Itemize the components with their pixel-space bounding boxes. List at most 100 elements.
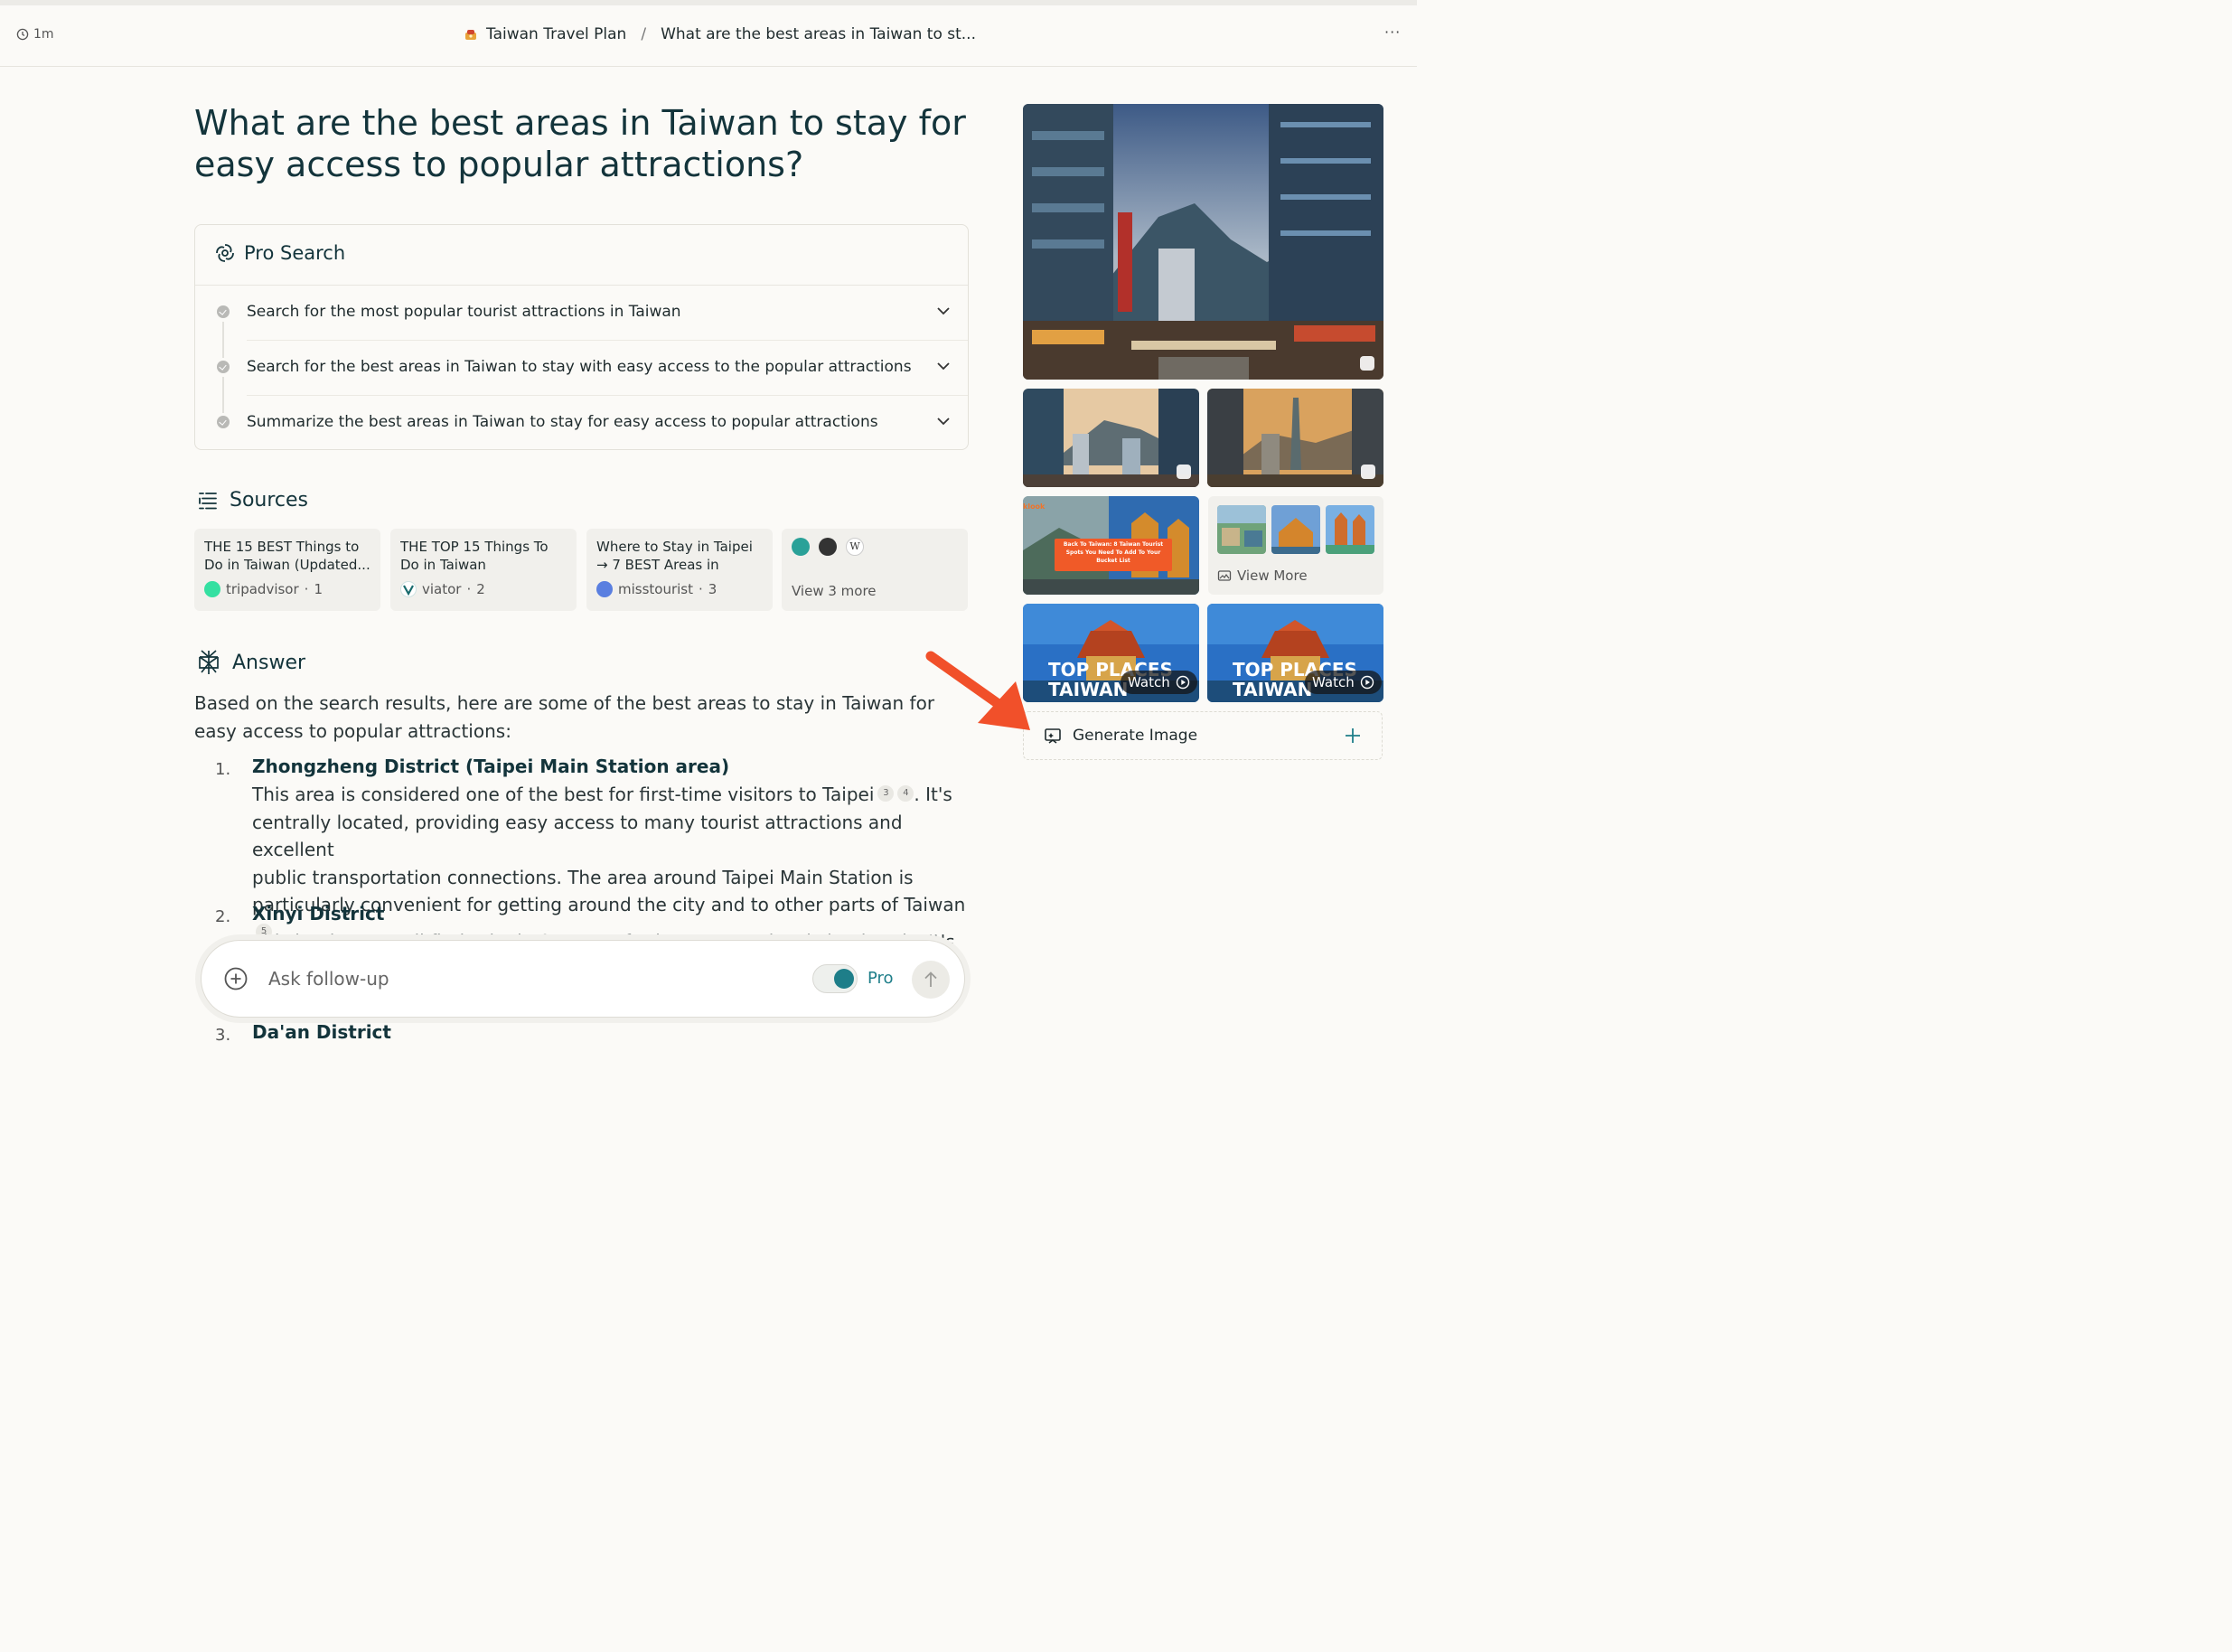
- space-emoji-icon: [465, 30, 476, 40]
- source-title: Where to Stay in Taipei → 7 BEST Areas i…: [596, 539, 753, 573]
- step-label: Summarize the best areas in Taiwan to st…: [247, 413, 878, 431]
- ai-generated-icon: [1361, 465, 1375, 479]
- attach-plus-icon[interactable]: [223, 966, 249, 991]
- follow-up-bar: Pro: [201, 940, 965, 1018]
- viator-icon: [400, 581, 417, 597]
- thread-header: 1m Taiwan Travel Plan / What are the bes…: [0, 5, 1417, 67]
- source-title: THE 15 BEST Things to Do in Taiwan (Upda…: [204, 539, 370, 573]
- watch-label: Watch: [1312, 674, 1355, 690]
- source-site: tripadvisor: [226, 581, 299, 597]
- perplexity-logo-icon: [199, 650, 219, 674]
- tripadvisor-icon: [204, 581, 220, 597]
- watch-label: Watch: [1128, 674, 1170, 690]
- list-item-title: Da'an District: [252, 1021, 391, 1043]
- answer-intro: Based on the search results, here are so…: [194, 692, 935, 742]
- source-index: 3: [708, 581, 717, 597]
- generate-image-button[interactable]: Generate Image: [1023, 711, 1383, 760]
- view-more-images-label: View More: [1217, 568, 1308, 584]
- klook-article-thumbnail[interactable]: klook Back To Taiwan: 8 Taiwan Tourist S…: [1023, 496, 1199, 595]
- source-favicons: W: [792, 538, 958, 556]
- citation-badge[interactable]: 3: [877, 785, 895, 802]
- sources-icon: [199, 492, 217, 509]
- city-image-thumbnail[interactable]: [1207, 389, 1383, 487]
- plus-icon: [1346, 728, 1360, 743]
- check-icon: [217, 305, 230, 318]
- toggle-knob: [834, 969, 854, 989]
- ai-generated-icon: [1177, 465, 1191, 479]
- citation-badge[interactable]: 4: [897, 785, 914, 802]
- breadcrumb-separator: /: [641, 25, 647, 43]
- city-street-image[interactable]: [1023, 104, 1383, 380]
- list-item-title: Zhongzheng District (Taipei Main Station…: [252, 756, 730, 777]
- image-thumbnail: [1326, 505, 1374, 554]
- source-favicon-icon: [819, 538, 837, 556]
- source-card[interactable]: Where to Stay in Taipei → 7 BEST Areas i…: [586, 529, 773, 611]
- city-image-thumbnail[interactable]: [1023, 389, 1199, 487]
- source-card[interactable]: THE 15 BEST Things to Do in Taiwan (Upda…: [194, 529, 380, 611]
- chevron-down-icon[interactable]: [934, 412, 952, 430]
- thumbnail-caption: Back To Taiwan: 8 Taiwan Tourist Spots Y…: [1063, 541, 1164, 564]
- view-more-images[interactable]: View More: [1208, 496, 1383, 595]
- image-thumbnail: [1217, 505, 1266, 554]
- breadcrumb-thread[interactable]: What are the best areas in Taiwan to st.…: [661, 25, 976, 43]
- source-dot: ·: [699, 581, 703, 597]
- check-icon: [217, 361, 230, 373]
- source-dot: ·: [304, 581, 309, 597]
- list-number: 1.: [215, 760, 231, 779]
- more-options-button[interactable]: ···: [1384, 23, 1401, 41]
- chevron-down-icon[interactable]: [934, 357, 952, 375]
- view-more-text: View More: [1237, 568, 1308, 584]
- clock-icon: [16, 28, 29, 41]
- watch-button[interactable]: Watch: [1121, 671, 1197, 694]
- pro-search-step[interactable]: Search for the best areas in Taiwan to s…: [217, 341, 968, 413]
- thread-age-label: 1m: [33, 27, 54, 42]
- answer-line: centrally located, providing easy access…: [252, 811, 903, 861]
- step-label: Search for the best areas in Taiwan to s…: [247, 358, 912, 376]
- arrow-up-icon: [924, 971, 937, 987]
- image-gallery-icon: [1217, 570, 1232, 581]
- submit-button[interactable]: [912, 961, 950, 999]
- play-icon: [1360, 675, 1374, 690]
- list-item-title: Xinyi District: [252, 903, 385, 925]
- view-more-label: View 3 more: [792, 583, 877, 599]
- sources-heading: Sources: [197, 489, 308, 512]
- breadcrumb-space[interactable]: Taiwan Travel Plan: [486, 25, 626, 43]
- source-meta: tripadvisor · 1: [204, 581, 370, 597]
- list-number: 2.: [215, 907, 231, 926]
- source-meta: misstourist · 3: [596, 581, 763, 597]
- pro-search-step[interactable]: Summarize the best areas in Taiwan to st…: [217, 396, 967, 450]
- view-more-sources[interactable]: W View 3 more: [782, 529, 968, 611]
- chevron-down-icon[interactable]: [934, 302, 952, 320]
- ai-generated-icon: [1360, 356, 1374, 371]
- video-thumbnail[interactable]: TOP PLACES TAIWAN Watch: [1023, 604, 1199, 702]
- annotation-arrow-icon: [925, 651, 1030, 730]
- check-icon: [217, 416, 230, 428]
- sources-title: Sources: [230, 489, 309, 512]
- source-index: 1: [314, 581, 323, 597]
- source-title: THE TOP 15 Things To Do in Taiwan (UPDAT…: [400, 539, 549, 573]
- wikipedia-icon: W: [846, 538, 864, 556]
- watch-button[interactable]: Watch: [1305, 671, 1382, 694]
- video-thumbnail[interactable]: TOP PLACES TAIWAN Watch: [1207, 604, 1383, 702]
- play-icon: [1176, 675, 1189, 690]
- misstourist-icon: [596, 581, 613, 597]
- pro-search-step[interactable]: Search for the most popular tourist attr…: [217, 286, 968, 358]
- pro-search-heading: Pro Search: [213, 241, 345, 265]
- source-card[interactable]: THE TOP 15 Things To Do in Taiwan (UPDAT…: [390, 529, 577, 611]
- follow-up-input[interactable]: [268, 964, 792, 993]
- answer-title: Answer: [232, 651, 306, 674]
- source-site: misstourist: [618, 581, 694, 597]
- list-number: 3.: [215, 1026, 231, 1045]
- source-dot: ·: [466, 581, 472, 597]
- image-thumbnail: [1271, 505, 1320, 554]
- pro-toggle[interactable]: [812, 964, 858, 993]
- pro-search-title: Pro Search: [244, 242, 346, 264]
- breadcrumb: Taiwan Travel Plan / What are the best a…: [463, 25, 976, 43]
- pro-search-panel: Pro Search Search for the most popular t…: [194, 224, 969, 450]
- source-meta: viator · 2: [400, 581, 567, 597]
- answer-heading: Answer: [196, 649, 305, 676]
- step-label: Search for the most popular tourist attr…: [247, 303, 681, 321]
- answer-line: This area is considered one of the best …: [252, 784, 875, 805]
- page-title: What are the best areas in Taiwan to sta…: [194, 103, 966, 184]
- answer-line: public transportation connections. The a…: [252, 866, 914, 888]
